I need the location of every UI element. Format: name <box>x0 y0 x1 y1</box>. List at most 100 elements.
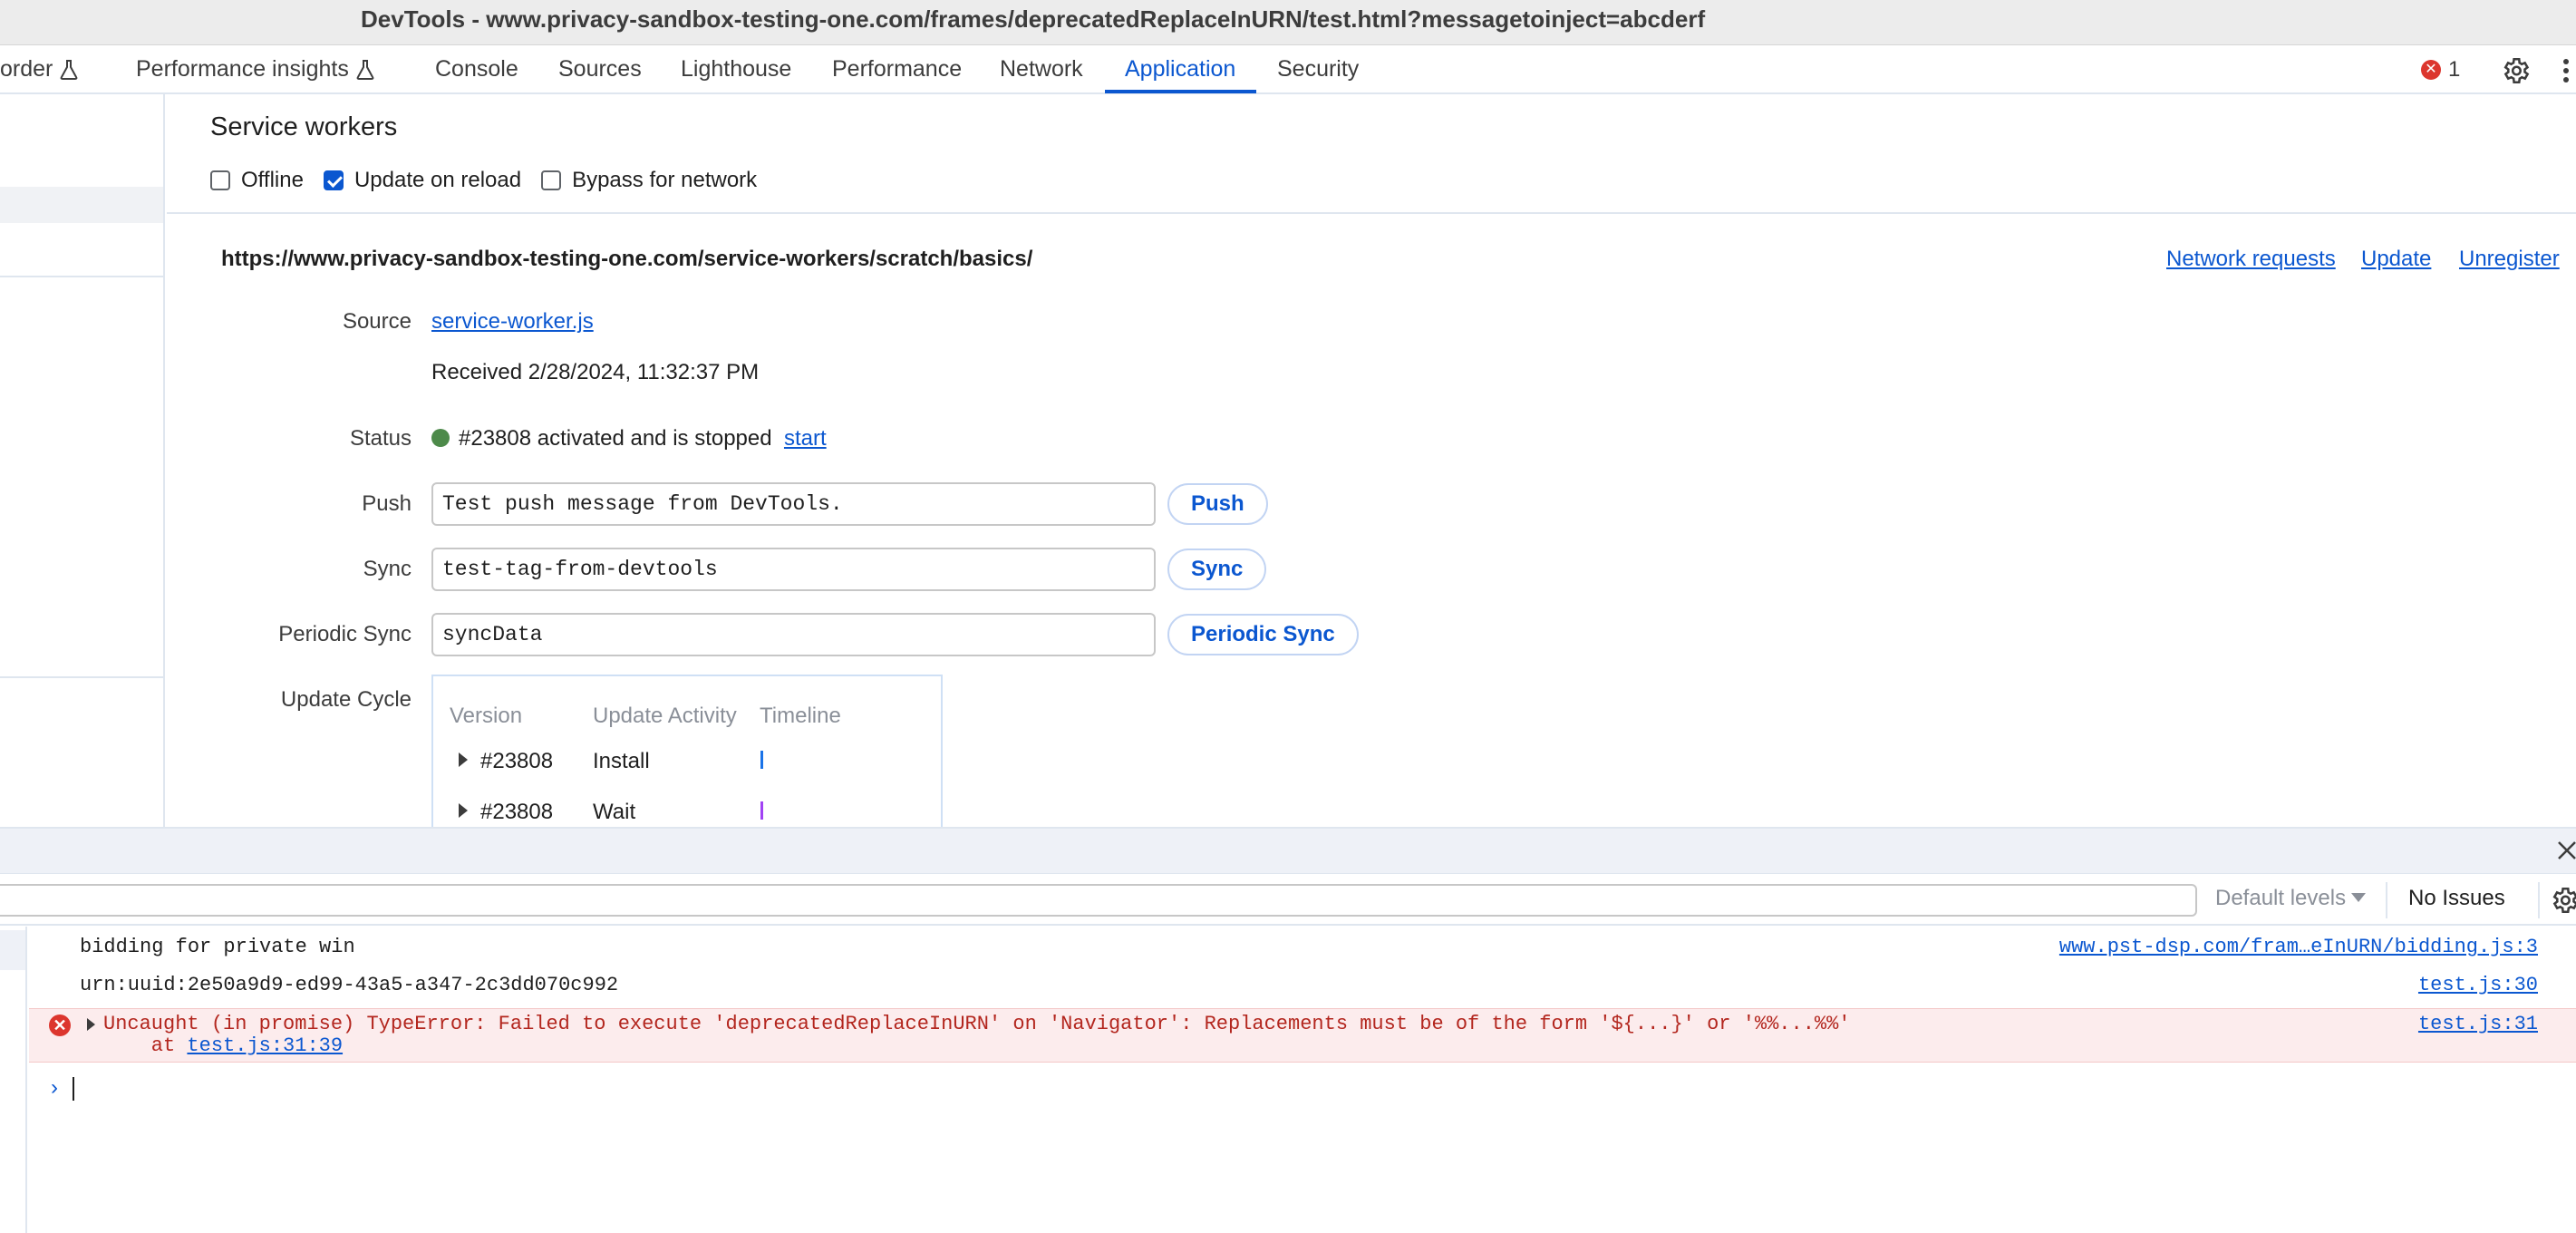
table-row-version[interactable]: #23808 <box>459 749 553 774</box>
periodic-sync-label: Periodic Sync <box>278 622 412 646</box>
issues-button[interactable]: No Issues <box>2408 886 2505 911</box>
received-text: Received 2/28/2024, 11:32:37 PM <box>431 360 760 384</box>
console-messages: bidding for private win www.pst-dsp.com/… <box>0 927 2576 1233</box>
timeline-bar-install <box>760 751 763 769</box>
message-source-link[interactable]: www.pst-dsp.com/fram…eInURN/bidding.js:3 <box>2059 936 2538 958</box>
start-link[interactable]: start <box>784 426 827 451</box>
periodic-sync-input[interactable]: syncData <box>431 613 1156 656</box>
version-text: #23808 <box>480 800 554 824</box>
push-input[interactable]: Test push message from DevTools. <box>431 482 1156 526</box>
tab-application[interactable]: Application <box>1123 46 1237 92</box>
sw-scope-url: https://www.privacy-sandbox-testing-one.… <box>221 247 1033 271</box>
tab-label: Performance insights <box>136 56 349 82</box>
window-title: DevTools - www.privacy-sandbox-testing-o… <box>361 5 1706 33</box>
console-error-message: ✕ Uncaught (in promise) TypeError: Faile… <box>29 1008 2576 1063</box>
version-text: #23808 <box>480 749 554 773</box>
gear-icon[interactable] <box>2500 55 2531 86</box>
update-link[interactable]: Update <box>2361 247 2431 272</box>
kebab-menu-icon[interactable] <box>2561 57 2571 84</box>
tab-lighthouse[interactable]: Lighthouse <box>679 46 793 92</box>
status-label: Status <box>349 426 412 451</box>
table-row-activity: Install <box>593 749 650 773</box>
update-cycle-table: Version Update Activity Timeline #23808 … <box>431 675 943 827</box>
console-sidebar <box>0 927 27 1233</box>
error-circle-icon: ✕ <box>2421 60 2441 80</box>
table-row-version[interactable]: #23808 <box>459 800 553 825</box>
network-requests-link[interactable]: Network requests <box>2166 247 2336 272</box>
push-button[interactable]: Push <box>1167 483 1268 525</box>
console-message: urn:uuid:2e50a9d9-ed99-43a5-a347-2c3dd07… <box>29 974 2576 1001</box>
toolbar-separator <box>2538 882 2540 918</box>
checkbox-box[interactable] <box>323 170 344 190</box>
expand-triangle-icon[interactable] <box>459 803 468 818</box>
levels-label: Default levels <box>2215 886 2347 910</box>
tab-security[interactable]: Security <box>1275 46 1361 92</box>
column-header-timeline: Timeline <box>760 704 841 728</box>
message-source-link[interactable]: test.js:30 <box>2418 974 2538 996</box>
sync-label: Sync <box>363 557 412 581</box>
update-on-reload-checkbox[interactable]: Update on reload <box>323 168 522 193</box>
checkbox-box[interactable] <box>541 170 562 190</box>
error-source-link[interactable]: test.js:31 <box>2418 1013 2538 1035</box>
bypass-for-network-checkbox[interactable]: Bypass for network <box>541 168 757 193</box>
error-text: Uncaught (in promise) TypeError: Failed … <box>103 1013 1851 1035</box>
checkbox-label: Update on reload <box>353 168 522 192</box>
sidebar-divider <box>0 276 163 277</box>
application-sidebar <box>0 94 165 827</box>
column-header-activity: Update Activity <box>593 704 737 728</box>
status-text: #23808 activated and is stopped <box>459 426 772 451</box>
console-filter-bar: Default levels No Issues <box>0 875 2576 926</box>
panel-title: Service workers <box>210 112 398 141</box>
checkbox-label: Bypass for network <box>572 168 758 192</box>
chevron-down-icon <box>2351 893 2367 902</box>
tab-label: order <box>0 56 53 82</box>
console-prompt-icon: › <box>51 1075 58 1100</box>
error-count-badge[interactable]: ✕ 1 <box>2421 57 2460 83</box>
expand-triangle-icon[interactable] <box>87 1018 95 1031</box>
expand-triangle-icon[interactable] <box>459 752 468 767</box>
tab-console[interactable]: Console <box>433 46 520 92</box>
timeline-bar-wait <box>760 801 763 820</box>
update-cycle-label: Update Cycle <box>280 687 412 712</box>
periodic-sync-button[interactable]: Periodic Sync <box>1167 614 1359 655</box>
sync-button[interactable]: Sync <box>1167 549 1267 590</box>
message-text: bidding for private win <box>80 936 355 958</box>
service-workers-panel: Service workers Offline Update on reload… <box>167 94 2576 827</box>
close-icon[interactable] <box>2554 838 2576 863</box>
push-label: Push <box>362 491 412 516</box>
offline-checkbox[interactable]: Offline <box>210 168 304 193</box>
drawer-header <box>0 827 2576 874</box>
console-input-caret[interactable] <box>73 1077 74 1101</box>
error-circle-icon: ✕ <box>49 1015 71 1036</box>
sync-input[interactable]: test-tag-from-devtools <box>431 548 1156 591</box>
toolbar-separator <box>2386 882 2387 918</box>
flask-icon <box>60 60 78 81</box>
tab-network[interactable]: Network <box>998 46 1085 92</box>
console-message: bidding for private win www.pst-dsp.com/… <box>29 936 2576 963</box>
devtools-tabbar: order Performance insights Console Sourc… <box>0 46 2576 94</box>
source-link[interactable]: service-worker.js <box>431 309 594 335</box>
checkbox-box[interactable] <box>210 170 230 190</box>
console-sidebar-selected[interactable] <box>0 930 25 970</box>
sw-options: Offline Update on reload Bypass for netw… <box>210 167 777 194</box>
active-tab-indicator <box>1105 90 1256 93</box>
sidebar-item-selected[interactable] <box>0 187 163 223</box>
tab-performance[interactable]: Performance <box>830 46 964 92</box>
source-label: Source <box>342 309 412 334</box>
unregister-link[interactable]: Unregister <box>2459 247 2560 272</box>
section-divider <box>167 212 2576 214</box>
message-text: urn:uuid:2e50a9d9-ed99-43a5-a347-2c3dd07… <box>80 974 619 996</box>
log-levels-dropdown[interactable]: Default levels <box>2215 886 2367 911</box>
flask-icon <box>356 60 374 81</box>
status-indicator-dot <box>431 429 450 447</box>
console-filter-input[interactable] <box>0 884 2197 917</box>
tab-recorder[interactable]: order <box>0 46 80 92</box>
tab-performance-insights[interactable]: Performance insights <box>134 46 376 92</box>
sidebar-divider <box>0 676 163 678</box>
stack-prefix: at <box>103 1034 188 1057</box>
column-header-version: Version <box>450 704 523 728</box>
gear-icon[interactable] <box>2549 885 2576 916</box>
window-titlebar: DevTools - www.privacy-sandbox-testing-o… <box>0 0 2576 45</box>
stack-source-link[interactable]: test.js:31:39 <box>187 1034 343 1057</box>
tab-sources[interactable]: Sources <box>557 46 644 92</box>
